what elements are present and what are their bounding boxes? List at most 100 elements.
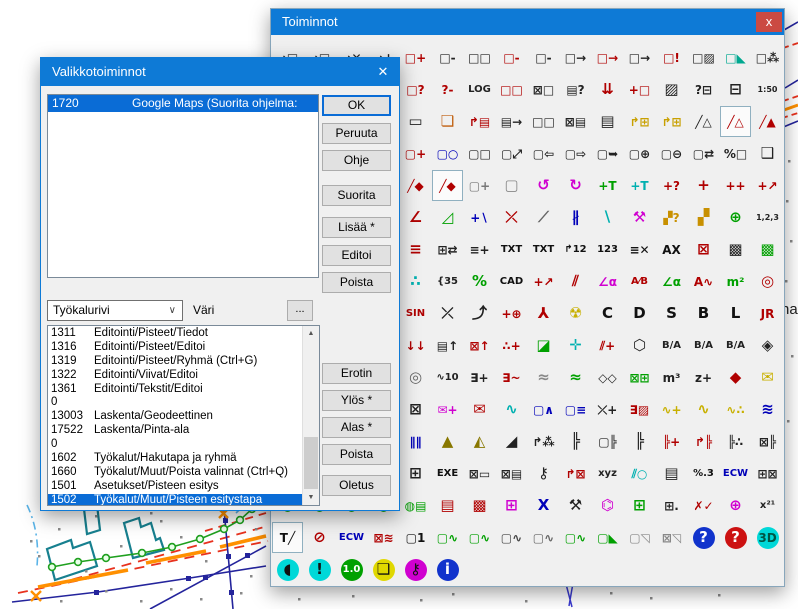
tool-icon-r5-c12[interactable]: +T (624, 170, 655, 201)
zoom-in-icon[interactable]: ▢⊕ (624, 138, 655, 169)
list-item[interactable]: 1316Editointi/Pisteet/Editoi (48, 341, 302, 355)
tool-icon-r13-c11[interactable]: ▢╠ (592, 426, 623, 457)
tool-icon-r8-c7[interactable]: % (464, 266, 495, 297)
undo-icon[interactable]: ↺ (528, 170, 559, 201)
scroll-thumb[interactable] (304, 437, 318, 489)
tool-icon-r1-c12[interactable]: □→ (624, 42, 655, 73)
oletus-button[interactable]: Oletus (322, 475, 391, 496)
tool-icon-r2-c12[interactable]: +□ (624, 74, 655, 105)
tool-icon-r2-c6[interactable]: ?- (432, 74, 463, 105)
menu-function-list[interactable]: 1720Google Maps (Suorita ohjelma: https:… (47, 94, 319, 278)
tool-icon-r10-c15[interactable]: B/A (720, 330, 751, 361)
tool-icon-r1-c9[interactable]: □- (528, 42, 559, 73)
tool-icon-r8-c10[interactable]: ⫽ (560, 266, 591, 297)
tool-icon-r4-c11[interactable]: ▢➥ (592, 138, 623, 169)
list-item[interactable]: 1361Editointi/Tekstit/Editoi (48, 383, 302, 397)
erotin-button[interactable]: Erotin (322, 363, 391, 384)
tool-icon-r3-c9[interactable]: □□ (528, 106, 559, 137)
tool-icon-r1-c10[interactable]: □→ (560, 42, 591, 73)
tool-icon-r3-c8[interactable]: ▤→ (496, 106, 527, 137)
tool-icon-r8-c5[interactable]: ∴ (400, 266, 431, 297)
tool-icon-r16-c11[interactable]: ▢◣ (592, 522, 623, 553)
tool-icon-r1-c6[interactable]: □- (432, 42, 463, 73)
tool-icon-r14-c11[interactable]: xyz (592, 458, 623, 489)
tool-icon-r12-c8[interactable]: ∿ (496, 394, 527, 425)
tool-icon-r9-c10[interactable]: ☢ (560, 298, 591, 329)
tool-icon-r9-c8[interactable]: +⊕ (496, 298, 527, 329)
tool-icon-r2-c16[interactable]: 1:50 (752, 74, 783, 105)
tool-icon-r13-c5[interactable]: ∥∥ (400, 426, 431, 457)
tool-icon-r11-c16[interactable]: ✉ (752, 362, 783, 393)
list-item[interactable]: 1311Editointi/Pisteet/Tiedot (48, 327, 302, 341)
tool-icon-r8-c9[interactable]: +↗ (528, 266, 559, 297)
tool-icon-r6-c10[interactable]: ∦ (560, 202, 591, 233)
toolbar-select[interactable]: Työkalurivi ∨ (47, 300, 183, 321)
chart-icon[interactable]: ▢∿ (432, 522, 463, 553)
tool-icon-r11-c12[interactable]: ⊠⊞ (624, 362, 655, 393)
tool-icon-r8-c11[interactable]: ∠α (592, 266, 623, 297)
tool-icon-r11-c6[interactable]: ∿10 (432, 362, 463, 393)
chart-icon[interactable]: ▢∿ (496, 522, 527, 553)
tool-icon-r9-c5[interactable]: SIN (400, 298, 431, 329)
tool-icon-r8-c16[interactable]: ◎ (752, 266, 783, 297)
tool-icon-r8-c12[interactable]: A⁄B (624, 266, 655, 297)
tool-icon-r15-c15[interactable]: ⊕ (720, 490, 751, 521)
tool-icon-r7-c6[interactable]: ⊞⇄ (432, 234, 463, 265)
tool-icon-r6-c5[interactable]: ∠ (400, 202, 431, 233)
list-item[interactable]: 13003Laskenta/Geodeettinen (48, 410, 302, 424)
tool-icon-r14-c7[interactable]: ⊠▭ (464, 458, 495, 489)
globe-page-icon[interactable]: ◍▤ (400, 490, 431, 521)
tool-icon-r10-c8[interactable]: ∴+ (496, 330, 527, 361)
tool-icon-r8-c13[interactable]: ∠α (656, 266, 687, 297)
toiminnot-close-icon[interactable]: x (756, 12, 782, 32)
list-item[interactable]: 0 (48, 438, 302, 452)
list-item[interactable]: 1319Editointi/Pisteet/Ryhmä (Ctrl+G) (48, 355, 302, 369)
list-item[interactable]: 1720Google Maps (Suorita ohjelma: https:… (48, 95, 318, 112)
tool-icon-r6-c11[interactable]: ∖ (592, 202, 623, 233)
scroll-down-icon[interactable]: ▼ (303, 490, 319, 505)
tool-icon-r5-c7[interactable]: ▢+ (464, 170, 495, 201)
tool-icon-r2-c13[interactable]: ▨ (656, 74, 687, 105)
tool-icon-r8-c15[interactable]: m² (720, 266, 751, 297)
tool-icon-r13-c16[interactable]: ⊠╠ (752, 426, 783, 457)
tool-icon-r14-c14[interactable]: %.3 (688, 458, 719, 489)
tool-icon-r5-c6[interactable]: ╱◆ (432, 170, 463, 201)
version-icon[interactable]: 1.0 (336, 554, 367, 585)
tool-icon-r3-c15[interactable]: ╱△ (720, 106, 751, 137)
tool-icon-r10-c5[interactable]: ↓↓ (400, 330, 431, 361)
tool-icon-r8-c8[interactable]: CAD (496, 266, 527, 297)
tool-icon-r8-c6[interactable]: {35 (432, 266, 463, 297)
alas-button[interactable]: Alas * (322, 417, 391, 438)
print-preview-icon[interactable]: ?⊟ (688, 74, 719, 105)
peruuta-button[interactable]: Peruuta (322, 123, 391, 144)
tool-icon-r7-c10[interactable]: ↱12 (560, 234, 591, 265)
tool-icon-r13-c7[interactable]: ◭ (464, 426, 495, 457)
tool-icon-r4-c16[interactable]: ❑ (752, 138, 783, 169)
tool-icon-r11-c7[interactable]: ∃+ (464, 362, 495, 393)
tool-icon-r12-c10[interactable]: ▢≡ (560, 394, 591, 425)
tool-icon-r11-c5[interactable]: ◎ (400, 362, 431, 393)
tool-icon-r1-c13[interactable]: □! (656, 42, 687, 73)
key-icon[interactable]: ⚷ (528, 458, 559, 489)
text-slash-icon[interactable]: T╱ (272, 522, 303, 553)
tool-icon-r1-c14[interactable]: □▨ (688, 42, 719, 73)
ok-button[interactable]: OK (322, 95, 391, 116)
tool-icon-r13-c15[interactable]: ╠∴ (720, 426, 751, 457)
tool-icon-r3-c14[interactable]: ╱△ (688, 106, 719, 137)
tool-icon-r7-c9[interactable]: TXT (528, 234, 559, 265)
tool-icon-r6-c7[interactable]: +∖ (464, 202, 495, 233)
key-badge-icon[interactable]: ⚷ (400, 554, 431, 585)
tool-icon-r3-c11[interactable]: ▤ (592, 106, 623, 137)
tool-icon-r6-c13[interactable]: ▞? (656, 202, 687, 233)
calendar-icon[interactable]: ▢1 (400, 522, 431, 553)
tool-icon-r2-c8[interactable]: □□ (496, 74, 527, 105)
tool-icon-r9-c14[interactable]: B (688, 298, 719, 329)
tool-icon-r6-c9[interactable]: ⟋ (528, 202, 559, 233)
tool-icon-r12-c6[interactable]: ✉+ (432, 394, 463, 425)
tool-icon-r7-c14[interactable]: ⊠ (688, 234, 719, 265)
tool-icon-r14-c13[interactable]: ▤ (656, 458, 687, 489)
tool-icon-r7-c8[interactable]: TXT (496, 234, 527, 265)
tool-icon-r6-c16[interactable]: 1,2,3 (752, 202, 783, 233)
tool-icon-r13-c9[interactable]: ↱⁂ (528, 426, 559, 457)
tool-icon-r4-c9[interactable]: ▢⇦ (528, 138, 559, 169)
